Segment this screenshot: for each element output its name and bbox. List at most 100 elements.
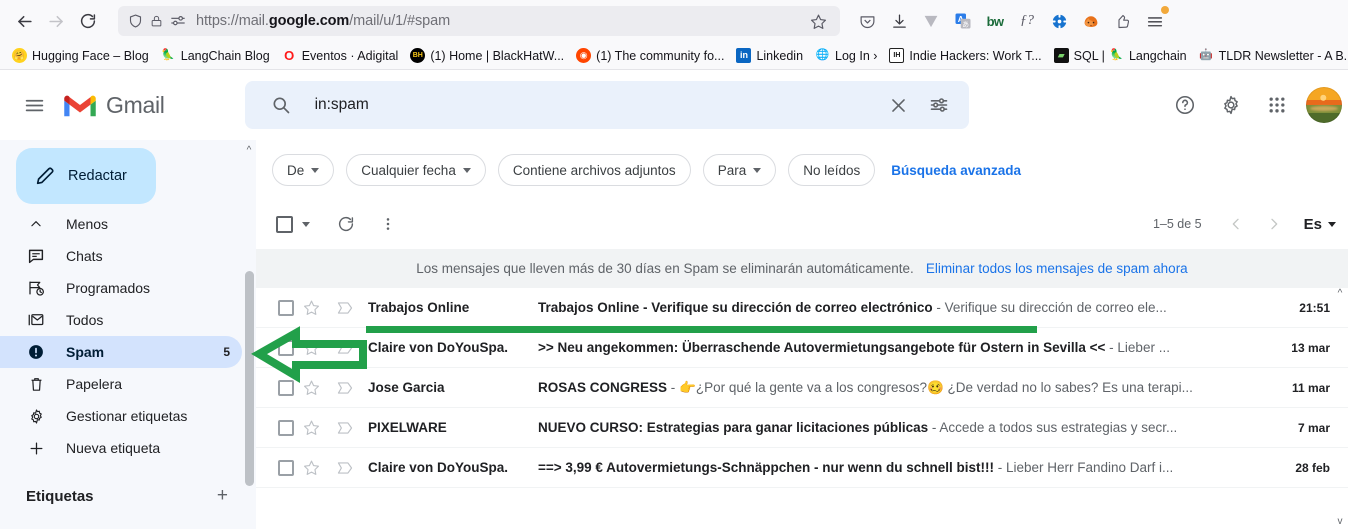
vimium-icon[interactable] <box>918 8 944 34</box>
important-marker-icon[interactable] <box>328 301 362 315</box>
checkbox-icon[interactable] <box>276 215 293 233</box>
email-subject: ROSAS CONGRESS - 👉¿Por qué la gente va a… <box>538 380 1276 396</box>
filter-chip-adjuntos[interactable]: Contiene archivos adjuntos <box>497 154 691 186</box>
sidebar-item-gestionar-etiquetas[interactable]: Gestionar etiquetas <box>0 400 242 432</box>
important-marker-icon[interactable] <box>328 461 362 475</box>
sidebar-item-nueva-etiqueta[interactable]: Nueva etiqueta <box>0 432 242 464</box>
filter-chip-no-leidos[interactable]: No leídos <box>788 154 876 186</box>
search-input[interactable] <box>300 96 879 114</box>
star-icon[interactable] <box>294 299 328 316</box>
table-row[interactable]: Claire von DoYouSpa. >> Neu angekommen: … <box>256 328 1348 368</box>
bookmark-item[interactable]: ◉ (1) The community fo... <box>570 46 730 65</box>
bookmark-item[interactable]: IH Indie Hackers: Work T... <box>883 46 1047 65</box>
row-checkbox[interactable] <box>278 459 294 476</box>
firefox-account-icon[interactable] <box>1078 8 1104 34</box>
star-icon[interactable] <box>294 419 328 436</box>
bitwarden-icon[interactable]: bw <box>982 8 1008 34</box>
prev-page-button[interactable] <box>1218 206 1254 242</box>
fontanello-icon[interactable]: ƒ? <box>1014 8 1040 34</box>
scroll-up-arrow-icon[interactable]: ^ <box>1334 288 1346 299</box>
bookmark-item[interactable]: 🌐 Log In › <box>809 46 883 65</box>
filter-chip-para[interactable]: Para <box>702 154 777 186</box>
add-label-button[interactable]: + <box>217 485 228 507</box>
row-checkbox[interactable] <box>278 419 294 436</box>
language-selector[interactable]: Es <box>1304 216 1340 233</box>
important-marker-icon[interactable] <box>328 421 362 435</box>
sidebar-item-chats[interactable]: Chats <box>0 240 242 272</box>
clear-search-button[interactable] <box>879 85 919 125</box>
table-row[interactable]: Claire von DoYouSpa. ==> 3,99 € Autoverm… <box>256 448 1348 488</box>
bookmark-item[interactable]: in Linkedin <box>730 46 809 65</box>
bookmark-item[interactable]: ▰ SQL | <box>1048 46 1111 65</box>
table-row[interactable]: PIXELWARE NUEVO CURSO: Estrategias para … <box>256 408 1348 448</box>
select-all-control[interactable] <box>276 215 310 233</box>
bookmark-item[interactable]: BH (1) Home | BlackHatW... <box>404 46 570 65</box>
toolbar-right: 1–5 de 5 Es <box>1153 206 1348 242</box>
main-menu-button[interactable] <box>12 83 56 127</box>
pocket-icon[interactable] <box>854 8 880 34</box>
chevron-down-icon[interactable] <box>302 221 310 227</box>
bookmark-item[interactable]: 🤖 TLDR Newsletter - A B... <box>1193 46 1348 65</box>
translate-icon[interactable]: Aあ <box>950 8 976 34</box>
sidebar-item-spam[interactable]: Spam 5 <box>0 336 242 368</box>
sidebar-item-papelera[interactable]: Papelera <box>0 368 242 400</box>
lock-icon[interactable] <box>150 13 163 29</box>
email-subject: NUEVO CURSO: Estrategias para ganar lici… <box>538 420 1276 435</box>
delete-all-spam-link[interactable]: Eliminar todos los mensajes de spam ahor… <box>926 261 1188 276</box>
row-checkbox[interactable] <box>278 339 294 356</box>
bookmark-label: Hugging Face – Blog <box>32 48 149 63</box>
star-icon[interactable] <box>294 459 328 476</box>
important-marker-icon[interactable] <box>328 341 362 355</box>
refresh-icon <box>338 216 354 232</box>
sidebar-scrollbar[interactable]: ^ <box>244 146 254 529</box>
sidebar-scroll-thumb[interactable] <box>245 271 254 486</box>
permissions-icon[interactable] <box>170 14 186 28</box>
shield-icon[interactable] <box>128 13 143 29</box>
search-button[interactable] <box>261 85 301 125</box>
table-row[interactable]: Trabajos Online Trabajos Online - Verifi… <box>256 288 1348 328</box>
bookmark-item[interactable]: 🤗 Hugging Face – Blog <box>6 46 155 65</box>
email-subject-bold: NUEVO CURSO: Estrategias para ganar lici… <box>538 420 929 435</box>
search-bar[interactable] <box>244 81 969 129</box>
account-avatar[interactable] <box>1306 87 1342 123</box>
star-icon[interactable] <box>294 379 328 396</box>
filter-chip-fecha[interactable]: Cualquier fecha <box>346 154 486 186</box>
row-checkbox[interactable] <box>278 379 294 396</box>
email-list-scrollbar[interactable]: ^ v <box>1334 288 1346 529</box>
compose-button[interactable]: Redactar <box>16 148 156 204</box>
next-page-button[interactable] <box>1256 206 1292 242</box>
sidebar-item-programados[interactable]: Programados <box>0 272 242 304</box>
extensions-puzzle-icon[interactable] <box>1110 8 1136 34</box>
advanced-search-link[interactable]: Búsqueda avanzada <box>891 163 1021 178</box>
sidebar-item-menos[interactable]: Menos <box>0 208 242 240</box>
scroll-down-arrow-icon[interactable]: v <box>1334 516 1346 527</box>
search-options-button[interactable] <box>919 85 959 125</box>
star-icon[interactable] <box>294 339 328 356</box>
bookmark-item[interactable]: O Eventos · Adigital <box>276 46 405 65</box>
language-label: Es <box>1303 215 1322 233</box>
filter-chip-de[interactable]: De <box>272 154 335 186</box>
bookmark-item[interactable]: 🦜 Langchain <box>1103 46 1193 65</box>
sidebar-item-todos[interactable]: Todos <box>0 304 242 336</box>
url-text[interactable]: https://mail.google.com/mail/u/1/#spam <box>192 13 804 29</box>
back-button[interactable] <box>8 5 40 37</box>
blue-puzzle-icon[interactable] <box>1046 8 1072 34</box>
settings-button[interactable] <box>1210 84 1252 126</box>
bookmark-star-button[interactable] <box>804 7 832 35</box>
refresh-button[interactable] <box>328 206 364 242</box>
gmail-logo[interactable]: Gmail <box>62 91 165 119</box>
google-apps-button[interactable] <box>1256 84 1298 126</box>
address-bar[interactable]: https://mail.google.com/mail/u/1/#spam <box>118 6 840 36</box>
reload-button[interactable] <box>72 5 104 37</box>
forward-button[interactable] <box>40 5 72 37</box>
scroll-up-arrow-icon[interactable]: ^ <box>244 146 254 156</box>
bookmark-item[interactable]: 🦜 LangChain Blog <box>155 46 276 65</box>
row-checkbox[interactable] <box>278 299 294 316</box>
help-button[interactable] <box>1164 84 1206 126</box>
sidebar: Redactar Menos Chats Programados Todos S… <box>0 140 256 529</box>
app-menu-icon[interactable] <box>1142 6 1169 34</box>
table-row[interactable]: Jose Garcia ROSAS CONGRESS - 👉¿Por qué l… <box>256 368 1348 408</box>
important-marker-icon[interactable] <box>328 381 362 395</box>
more-options-button[interactable] <box>370 206 406 242</box>
downloads-icon[interactable] <box>886 8 912 34</box>
